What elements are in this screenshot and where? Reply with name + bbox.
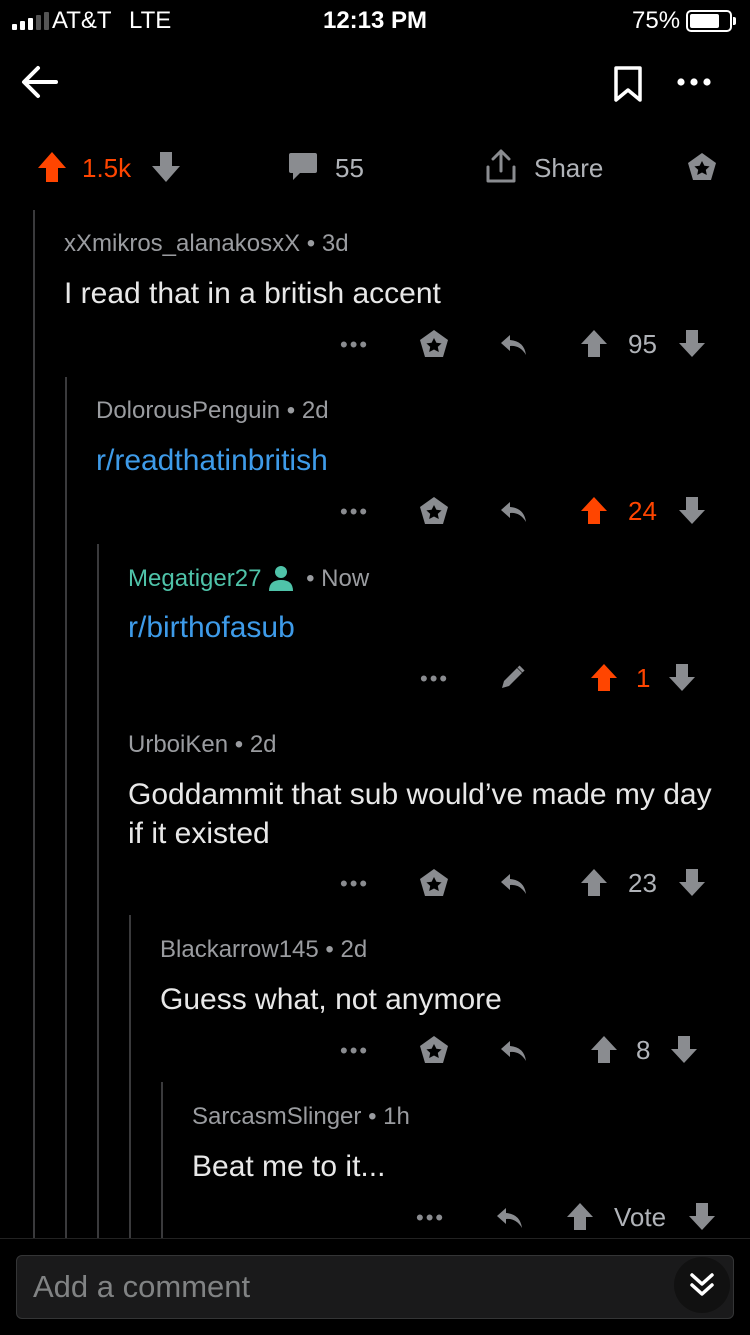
thread-line-1 — [33, 210, 35, 1238]
battery-icon — [686, 10, 736, 32]
comment-body: I read that in a british accent — [64, 277, 441, 310]
comment-body: Beat me to it... — [192, 1150, 386, 1183]
downvote-icon[interactable] — [678, 496, 706, 530]
comment-age: 3d — [321, 230, 349, 257]
add-comment-input[interactable]: Add a comment — [16, 1255, 734, 1319]
battery-percent: 75% — [632, 7, 681, 34]
comment-age: 2d — [249, 731, 277, 758]
separator-dot: • — [361, 1103, 384, 1130]
comment-author-line: UrboiKen • 2d — [128, 731, 277, 759]
vote-count: 23 — [628, 868, 657, 898]
comment-more-options[interactable]: ••• — [340, 871, 369, 897]
post-downvote-icon[interactable] — [150, 150, 182, 189]
downvote-icon[interactable] — [678, 868, 706, 902]
comment-age: 2d — [340, 936, 368, 963]
downvote-icon[interactable] — [668, 663, 696, 697]
comment-more-options[interactable]: ••• — [416, 1205, 445, 1231]
thread-line-2 — [65, 377, 67, 1238]
comment-author-line: DolorousPenguin • 2d — [96, 397, 329, 425]
comment-more-options[interactable]: ••• — [340, 332, 369, 358]
upvote-icon[interactable] — [580, 329, 608, 363]
vote-count: Vote — [614, 1202, 667, 1232]
award-icon[interactable] — [686, 151, 718, 188]
thread-line-4 — [129, 915, 131, 1238]
downvote-icon[interactable] — [670, 1035, 698, 1069]
reply-icon[interactable] — [494, 1202, 524, 1237]
share-icon[interactable] — [484, 147, 518, 190]
comment-author[interactable]: SarcasmSlinger — [192, 1103, 361, 1130]
comment-more-options[interactable]: ••• — [340, 1038, 369, 1064]
upvote-icon[interactable] — [566, 1202, 594, 1236]
upvote-icon[interactable] — [580, 496, 608, 530]
thread-line-3 — [97, 544, 99, 1238]
share-label[interactable]: Share — [534, 153, 603, 184]
downvote-icon[interactable] — [678, 329, 706, 363]
reply-icon[interactable] — [498, 868, 528, 903]
post-comment-count: 55 — [335, 153, 364, 183]
edit-pencil-icon[interactable] — [498, 664, 526, 697]
comment-author[interactable]: Megatiger27 — [128, 565, 261, 592]
jump-next-comment-button[interactable] — [674, 1257, 730, 1313]
separator-dot: • — [300, 230, 322, 257]
comment-more-options[interactable]: ••• — [420, 666, 449, 692]
comment-author-line: Megatiger27 • Now — [128, 564, 369, 599]
comment-author[interactable]: Blackarrow145 — [160, 936, 319, 963]
vote-count: 1 — [636, 663, 651, 693]
thread-line-5 — [161, 1082, 163, 1238]
award-icon[interactable] — [418, 867, 450, 904]
bookmark-icon[interactable] — [612, 64, 644, 104]
upvote-icon[interactable] — [580, 868, 608, 902]
double-chevron-down-icon — [690, 1273, 714, 1296]
comment-author[interactable]: UrboiKen — [128, 731, 228, 758]
vote-count: 24 — [628, 496, 657, 526]
status-bar: AT&T LTE 12:13 PM 75% — [0, 0, 750, 44]
back-arrow-icon[interactable] — [20, 62, 60, 102]
comment-age: Now — [321, 565, 370, 592]
user-profile-icon — [267, 564, 295, 599]
comment-subreddit-link[interactable]: r/birthofasub — [128, 608, 722, 647]
comment-age: 1h — [383, 1103, 410, 1130]
separator-dot: • — [299, 565, 322, 592]
comment-age: 2d — [301, 397, 329, 424]
award-icon[interactable] — [418, 495, 450, 532]
post-upvote-icon[interactable] — [36, 150, 68, 189]
reply-icon[interactable] — [498, 329, 528, 364]
comment-more-options[interactable]: ••• — [340, 499, 369, 525]
comment-author[interactable]: xXmikros_alanakosxX — [64, 230, 300, 257]
upvote-icon[interactable] — [590, 1035, 618, 1069]
comment-bar: Add a comment — [0, 1238, 750, 1335]
separator-dot: • — [318, 936, 341, 963]
comment-author-line: SarcasmSlinger • 1h — [192, 1103, 410, 1131]
comment-author-line: Blackarrow145 • 2d — [160, 936, 367, 964]
comment-author[interactable]: DolorousPenguin — [96, 397, 280, 424]
separator-dot: • — [228, 731, 250, 758]
comment-body: Guess what, not anymore — [160, 983, 502, 1016]
more-options-icon[interactable] — [676, 76, 712, 88]
separator-dot: • — [280, 397, 302, 424]
reply-icon[interactable] — [498, 496, 528, 531]
downvote-icon[interactable] — [688, 1202, 716, 1236]
award-icon[interactable] — [418, 1034, 450, 1071]
upvote-icon[interactable] — [590, 663, 618, 697]
comment-author-line: xXmikros_alanakosxX • 3d — [64, 230, 349, 258]
comment-body: Goddammit that sub would’ve made my day … — [128, 778, 712, 850]
award-icon[interactable] — [418, 328, 450, 365]
comment-subreddit-link[interactable]: r/readthatinbritish — [96, 441, 722, 480]
post-vote-count: 1.5k — [82, 153, 132, 183]
vote-count: 95 — [628, 329, 657, 359]
comment-icon[interactable] — [287, 150, 319, 187]
vote-count: 8 — [636, 1035, 651, 1065]
reply-icon[interactable] — [498, 1035, 528, 1070]
